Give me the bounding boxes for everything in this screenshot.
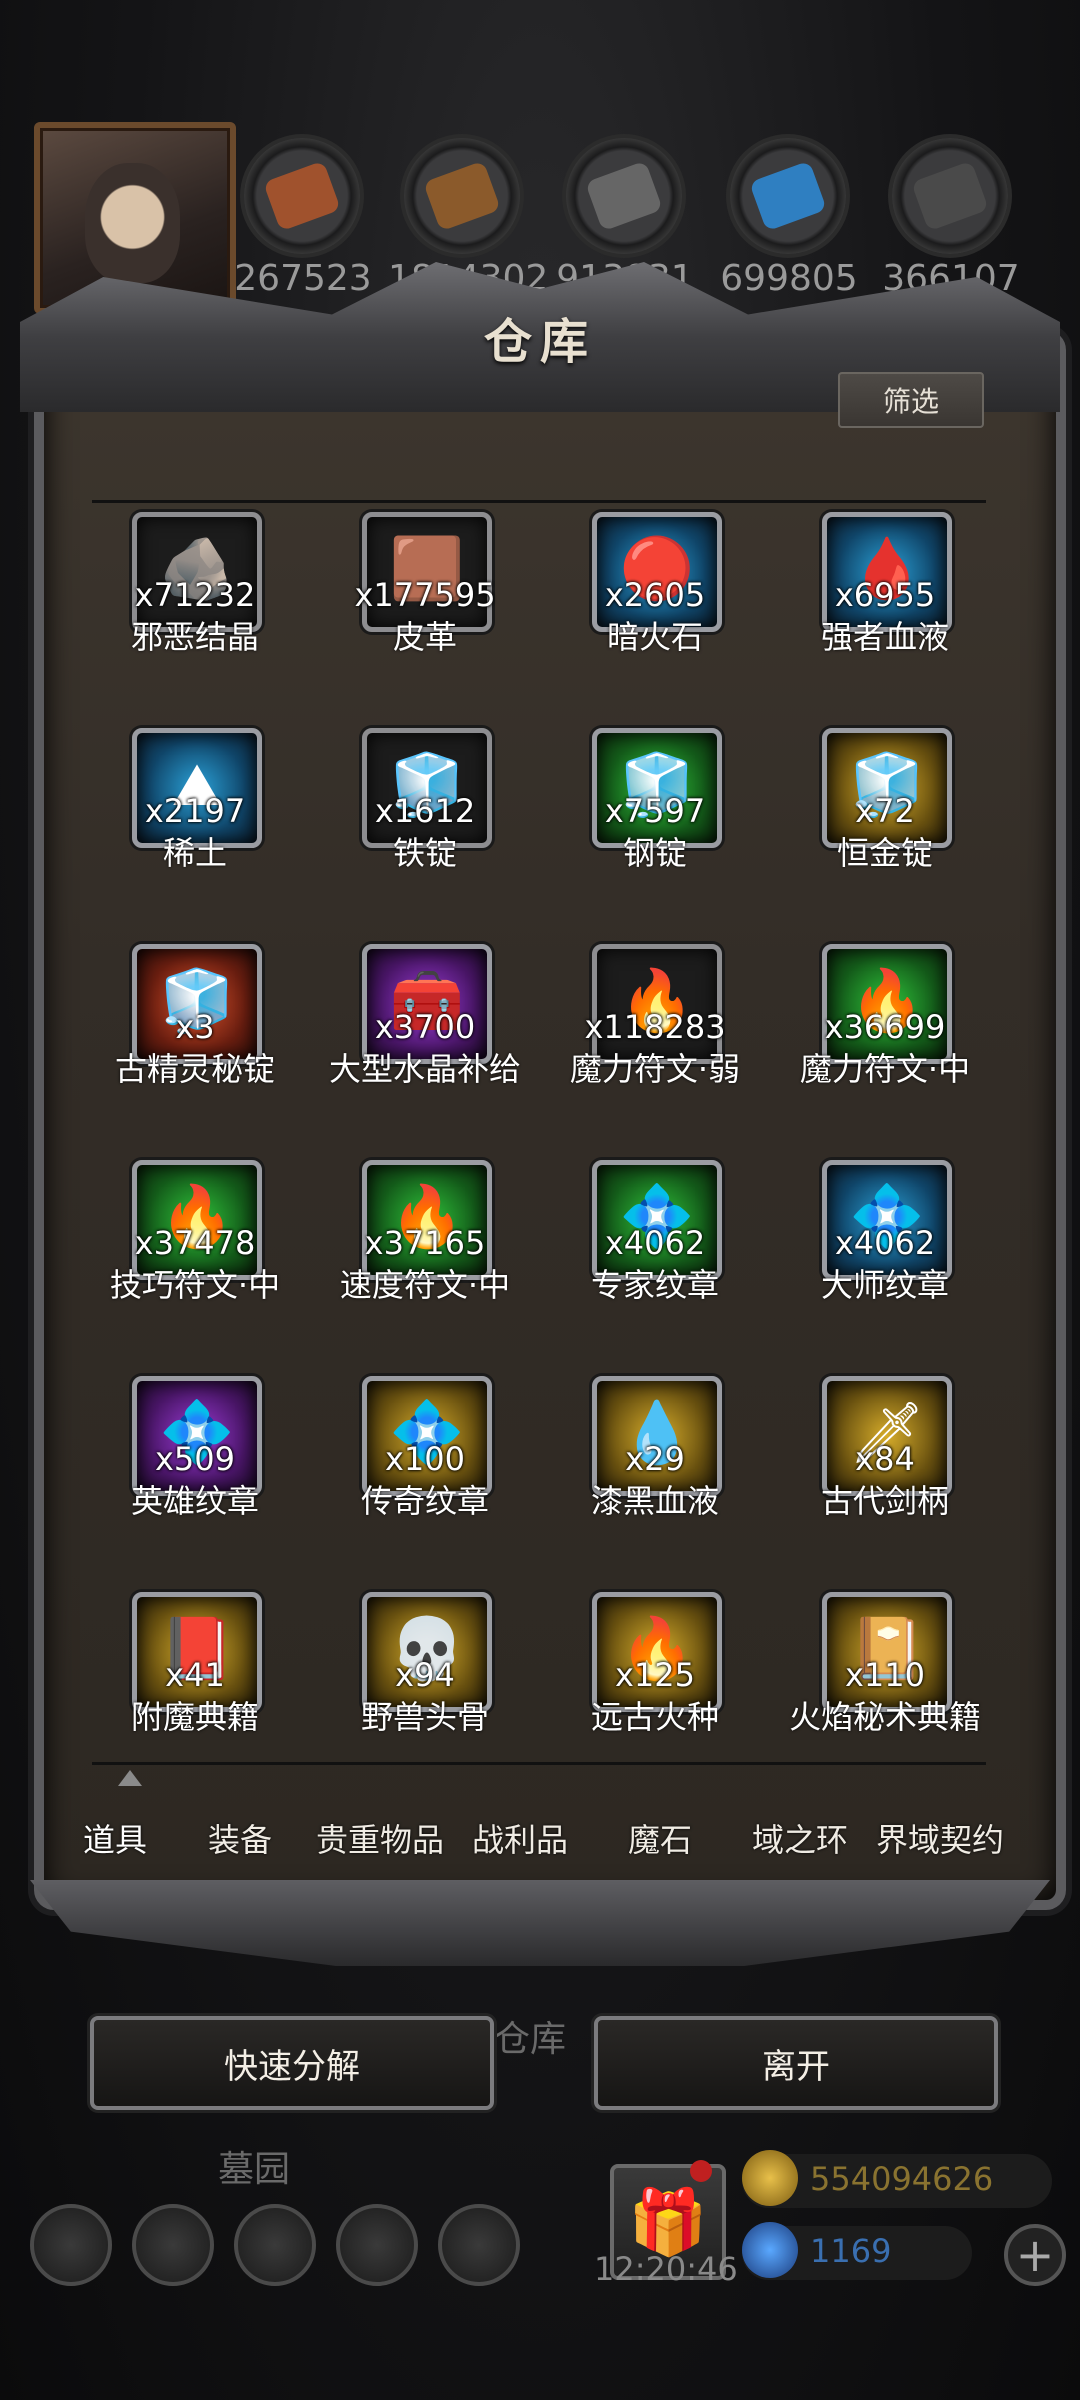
tab-magic-stones[interactable]: 魔石 — [590, 1815, 730, 1861]
item-cell[interactable]: 🧰 x3700 大型水晶补给 — [310, 944, 540, 1144]
stone-count: 913831 — [556, 258, 694, 299]
item-count: x84 — [855, 1440, 915, 1478]
item-cell[interactable]: 🔥 x37165 速度符文·中 — [310, 1160, 540, 1360]
item-cell[interactable]: 🧊 x3 古精灵秘锭 — [80, 944, 310, 1144]
item-count: x6955 — [834, 576, 936, 614]
item-cell[interactable]: 🩸 x6955 强者血液 — [770, 512, 1000, 712]
item-name: 古代剑柄 — [820, 1482, 949, 1520]
item-count: x110 — [844, 1656, 925, 1694]
gem-amount: 1169 — [810, 2232, 892, 2270]
item-count: x37478 — [134, 1224, 256, 1262]
item-cell[interactable]: 🧊 x7597 钢锭 — [540, 728, 770, 928]
item-count: x3700 — [374, 1008, 476, 1046]
item-count: x1612 — [374, 792, 476, 830]
tab-equipment[interactable]: 装备 — [170, 1815, 310, 1861]
gold-amount: 554094626 — [810, 2160, 994, 2198]
item-name: 火焰秘术典籍 — [788, 1698, 981, 1736]
bg-warehouse-label: 仓库 — [494, 2019, 567, 2060]
item-count: x4062 — [604, 1224, 706, 1262]
item-cell[interactable]: ⛰ x2197 稀土 — [80, 728, 310, 928]
crystal-count: 699805 — [720, 258, 858, 299]
item-count: x29 — [625, 1440, 685, 1478]
bg-graveyard-label: 墓园 — [218, 2149, 291, 2190]
item-count: x41 — [165, 1656, 225, 1694]
item-cell[interactable]: 💠 x509 英雄纹章 — [80, 1376, 310, 1576]
item-name: 恒金锭 — [836, 834, 933, 872]
item-cell[interactable]: 💠 x4062 专家纹章 — [540, 1160, 770, 1360]
item-count: x4062 — [834, 1224, 936, 1262]
tab-domain-rings[interactable]: 域之环 — [730, 1815, 870, 1861]
item-cell[interactable]: 🪨 x71232 邪恶结晶 — [80, 512, 310, 712]
item-cell[interactable]: 🧊 x72 恒金锭 — [770, 728, 1000, 928]
item-cell[interactable]: 💧 x29 漆黑血液 — [540, 1376, 770, 1576]
item-cell[interactable]: 🔥 x36699 魔力符文·中 — [770, 944, 1000, 1144]
filter-button[interactable]: 筛选 — [838, 372, 984, 428]
item-count: x36699 — [824, 1008, 946, 1046]
stone-resource-icon[interactable] — [566, 138, 682, 254]
quick-decompose-button[interactable]: 快速分解 — [90, 2016, 494, 2110]
item-count: x94 — [395, 1656, 455, 1694]
item-name: 魔力符文·中 — [799, 1050, 971, 1088]
item-count: x177595 — [354, 576, 496, 614]
item-cell[interactable]: 💠 x4062 大师纹章 — [770, 1160, 1000, 1360]
add-currency-button[interactable]: + — [1004, 2224, 1066, 2286]
active-tab-marker — [118, 1770, 142, 1786]
item-count: x7597 — [604, 792, 706, 830]
item-count: x2197 — [144, 792, 246, 830]
iron-count: 366107 — [882, 258, 1020, 299]
divider-bottom — [92, 1762, 986, 1765]
item-count: x72 — [855, 792, 915, 830]
item-count: x3 — [175, 1008, 215, 1046]
item-count: x71232 — [134, 576, 256, 614]
item-count: x2605 — [604, 576, 706, 614]
item-count: x509 — [154, 1440, 235, 1478]
item-count: x118283 — [584, 1008, 726, 1046]
item-cell[interactable]: 🔥 x37478 技巧符文·中 — [80, 1160, 310, 1360]
guild-icon[interactable] — [234, 2204, 316, 2286]
mail-icon[interactable] — [336, 2204, 418, 2286]
panel-title: 仓库 — [483, 314, 596, 370]
category-tabs: 道具 装备 贵重物品 战利品 魔石 域之环 界域契约 — [60, 1790, 1040, 1886]
player-avatar[interactable] — [34, 122, 236, 314]
tab-loot[interactable]: 战利品 — [450, 1815, 590, 1861]
gem-icon — [742, 2222, 798, 2278]
avatar-portrait — [85, 163, 180, 283]
tab-valuables[interactable]: 贵重物品 — [310, 1815, 450, 1861]
meat-count: 267523 — [234, 258, 372, 299]
star-icon[interactable] — [132, 2204, 214, 2286]
meat-resource-icon[interactable] — [244, 138, 360, 254]
rank-icon[interactable] — [438, 2204, 520, 2286]
crystal-resource-icon[interactable] — [730, 138, 846, 254]
item-cell[interactable]: 🗡 x84 古代剑柄 — [770, 1376, 1000, 1576]
iron-resource-icon[interactable] — [892, 138, 1008, 254]
item-cell[interactable]: 🔴 x2605 暗火石 — [540, 512, 770, 712]
item-name: 强者血液 — [820, 618, 949, 656]
item-count: x125 — [614, 1656, 695, 1694]
notification-dot — [690, 2160, 712, 2182]
item-cell[interactable]: 🧊 x1612 铁锭 — [310, 728, 540, 928]
item-name: 大师纹章 — [820, 1266, 949, 1304]
event-timer: 12:20:46 — [594, 2250, 738, 2288]
settings-icon[interactable] — [30, 2204, 112, 2286]
gold-coin-icon — [742, 2150, 798, 2206]
item-cell[interactable]: 🔥 x118283 魔力符文·弱 — [540, 944, 770, 1144]
item-count: x37165 — [364, 1224, 486, 1262]
wood-resource-icon[interactable] — [404, 138, 520, 254]
tab-realm-contracts[interactable]: 界域契约 — [870, 1815, 1010, 1861]
leave-button[interactable]: 离开 — [594, 2016, 998, 2110]
wood-count: 1814302 — [388, 258, 549, 299]
tab-items[interactable]: 道具 — [60, 1815, 170, 1861]
item-count: x100 — [384, 1440, 465, 1478]
item-cell[interactable]: 🟫 x177595 皮革 — [310, 512, 540, 712]
divider-top — [92, 500, 986, 503]
item-cell[interactable]: 💠 x100 传奇纹章 — [310, 1376, 540, 1576]
